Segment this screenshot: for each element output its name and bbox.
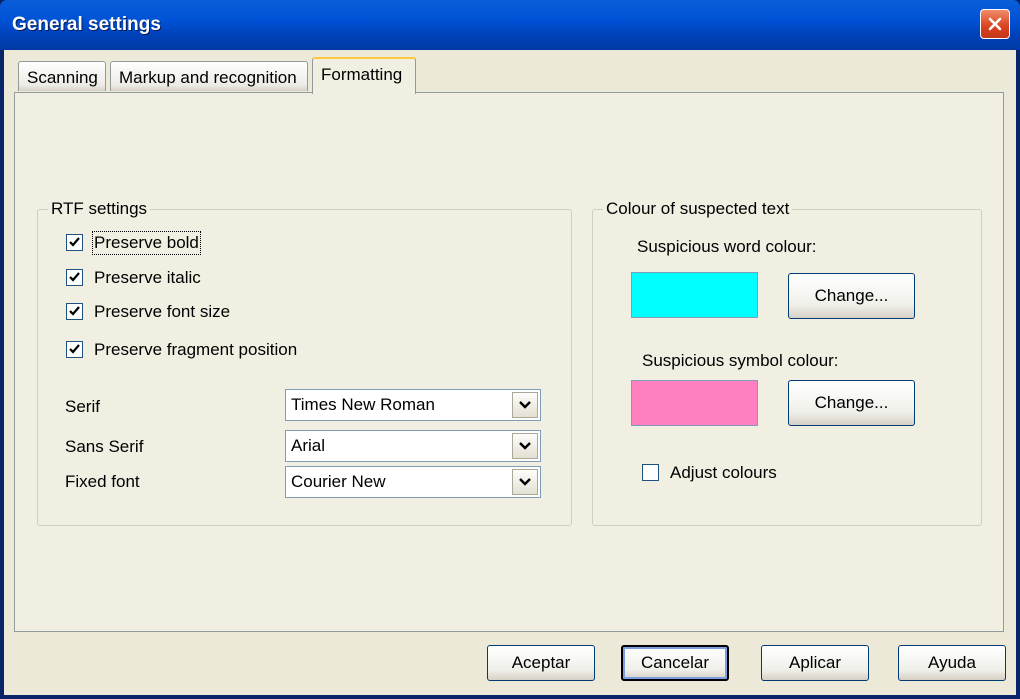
- window-title: General settings: [12, 14, 161, 35]
- chevron-down-icon: [519, 478, 531, 486]
- help-button[interactable]: Ayuda: [898, 645, 1006, 681]
- button-label: Cancelar: [640, 653, 710, 672]
- colour-group-legend: Colour of suspected text: [606, 199, 790, 218]
- button-label: Change...: [814, 393, 889, 412]
- accept-button[interactable]: Aceptar: [487, 645, 595, 681]
- serif-label: Serif: [65, 397, 100, 416]
- suspicious-word-colour-label: Suspicious word colour:: [637, 237, 817, 256]
- dialog-window: General settings Scanning Markup and rec…: [0, 0, 1020, 699]
- dropdown-arrow-button[interactable]: [512, 433, 538, 459]
- sans-serif-label: Sans Serif: [65, 437, 144, 456]
- checkmark-icon: [69, 237, 80, 247]
- sans-serif-font-dropdown[interactable]: Arial: [285, 430, 541, 462]
- button-label: Aplicar: [789, 653, 841, 672]
- button-label: Aceptar: [511, 653, 571, 672]
- checkmark-icon: [69, 344, 80, 354]
- dropdown-arrow-button[interactable]: [512, 469, 538, 495]
- change-word-colour-button[interactable]: Change...: [788, 273, 915, 319]
- fixed-font-dropdown[interactable]: Courier New: [285, 466, 541, 498]
- suspicious-word-colour-swatch: [631, 272, 758, 318]
- dropdown-value: Courier New: [291, 472, 386, 491]
- change-symbol-colour-button[interactable]: Change...: [788, 380, 915, 426]
- close-button[interactable]: [980, 9, 1010, 39]
- tab-label: Formatting: [321, 65, 403, 84]
- checkbox-box[interactable]: [66, 234, 83, 251]
- serif-font-dropdown[interactable]: Times New Roman: [285, 389, 541, 421]
- checkbox-box[interactable]: [66, 303, 83, 320]
- apply-button[interactable]: Aplicar: [761, 645, 869, 681]
- close-icon: [988, 17, 1002, 31]
- tab-label: Scanning: [27, 68, 98, 87]
- suspicious-symbol-colour-label: Suspicious symbol colour:: [642, 351, 839, 370]
- chevron-down-icon: [519, 442, 531, 450]
- checkbox-label[interactable]: Preserve fragment position: [94, 340, 297, 360]
- button-label: Change...: [814, 286, 889, 305]
- checkmark-icon: [69, 272, 80, 282]
- tab-scanning[interactable]: Scanning: [18, 61, 106, 91]
- title-bar[interactable]: General settings: [0, 0, 1020, 50]
- button-label: Ayuda: [928, 653, 976, 672]
- dropdown-value: Times New Roman: [291, 395, 435, 414]
- checkbox-label[interactable]: Preserve bold: [92, 231, 201, 255]
- fixed-font-label: Fixed font: [65, 472, 140, 491]
- tab-markup-and-recognition[interactable]: Markup and recognition: [110, 61, 308, 91]
- tab-formatting[interactable]: Formatting: [312, 57, 416, 94]
- checkmark-icon: [69, 306, 80, 316]
- checkbox-label[interactable]: Adjust colours: [670, 463, 777, 483]
- dropdown-value: Arial: [291, 436, 326, 455]
- checkbox-box[interactable]: [66, 341, 83, 358]
- suspicious-symbol-colour-swatch: [631, 380, 758, 426]
- formatting-tab-panel: RTF settings Preserve bold Preserve ital…: [14, 92, 1004, 632]
- checkbox-box[interactable]: [66, 269, 83, 286]
- cancel-button[interactable]: Cancelar: [621, 645, 729, 681]
- chevron-down-icon: [519, 401, 531, 409]
- dialog-client: Scanning Markup and recognition Formatti…: [4, 50, 1016, 695]
- dropdown-arrow-button[interactable]: [512, 392, 538, 418]
- checkbox-label[interactable]: Preserve italic: [94, 268, 201, 288]
- rtf-settings-legend: RTF settings: [51, 199, 148, 218]
- checkbox-label[interactable]: Preserve font size: [94, 302, 230, 322]
- checkbox-box[interactable]: [642, 464, 659, 481]
- tab-label: Markup and recognition: [119, 68, 297, 87]
